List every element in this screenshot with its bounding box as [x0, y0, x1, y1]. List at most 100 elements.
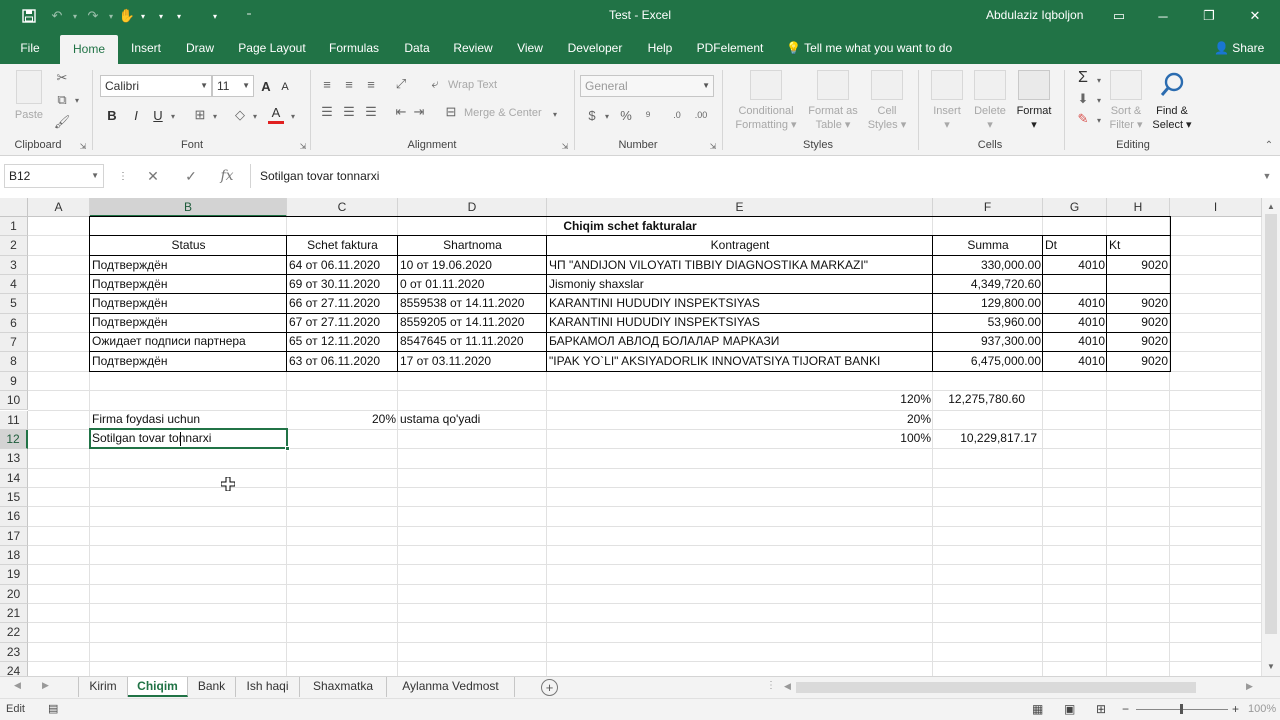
- column-header-h[interactable]: H: [1107, 198, 1170, 217]
- font-color-dropdown-icon[interactable]: ▾: [288, 110, 298, 122]
- header-summa[interactable]: Summa: [933, 236, 1043, 255]
- clipboard-launcher-icon[interactable]: ⇲: [78, 140, 88, 152]
- increase-decimal-icon[interactable]: .0: [668, 106, 686, 124]
- font-size-combo[interactable]: 11 ▼: [212, 75, 254, 97]
- tab-review[interactable]: Review: [448, 32, 498, 64]
- table-row-shartnoma[interactable]: 10 от 19.06.2020: [398, 256, 547, 275]
- alignment-launcher-icon[interactable]: ⇲: [560, 140, 570, 152]
- row-header-18[interactable]: 18: [0, 545, 28, 566]
- add-sheet-icon[interactable]: +: [541, 679, 558, 696]
- user-name[interactable]: Abdulaziz Iqboljon: [986, 8, 1083, 22]
- row-header-16[interactable]: 16: [0, 507, 28, 527]
- restore-icon[interactable]: ❐: [1194, 4, 1224, 28]
- column-header-e[interactable]: E: [547, 198, 933, 217]
- table-row-status[interactable]: Подтверждён: [90, 294, 287, 313]
- orientation-icon[interactable]: ⤢: [392, 76, 410, 92]
- align-left-icon[interactable]: ☰: [318, 104, 336, 120]
- row-header-10[interactable]: 10: [0, 391, 28, 411]
- sheet-tab-ish-haqi[interactable]: Ish haqi: [236, 677, 300, 697]
- row-header-5[interactable]: 5: [0, 294, 28, 314]
- redo-icon[interactable]: ↷: [84, 7, 102, 25]
- table-row-shartnoma[interactable]: 8559205 от 14.11.2020: [398, 313, 547, 332]
- page-break-view-icon[interactable]: ⊞: [1096, 702, 1106, 716]
- table-row-status[interactable]: Подтверждён: [90, 352, 287, 371]
- tab-developer[interactable]: Developer: [562, 32, 628, 64]
- column-header-b[interactable]: B: [90, 198, 287, 217]
- merge-center-label[interactable]: Merge & Center: [464, 106, 542, 120]
- touch-dropdown-icon[interactable]: ▾: [138, 7, 148, 25]
- column-header-a[interactable]: A: [28, 198, 90, 217]
- sheet-tab-aylanma-vedmost[interactable]: Aylanma Vedmost: [387, 677, 515, 697]
- table-row-status[interactable]: Ожидает подписи партнера: [90, 332, 287, 351]
- table-row-kontragent[interactable]: ЧП "ANDIJON VILOYATI TIBBIY DIAGNOSTIKA …: [547, 256, 933, 275]
- number-format-combo[interactable]: General ▼: [580, 75, 714, 97]
- fill-color-icon[interactable]: ◇: [232, 106, 248, 124]
- table-row-kt[interactable]: 9020: [1107, 294, 1170, 313]
- eraser-icon[interactable]: ✎: [1074, 110, 1092, 128]
- table-row-shartnoma[interactable]: 0 от 01.11.2020: [398, 275, 547, 294]
- header-kt[interactable]: Kt: [1107, 236, 1170, 255]
- align-bottom-icon[interactable]: ≡: [362, 76, 380, 92]
- table-row-schet[interactable]: 65 от 12.11.2020: [287, 332, 398, 351]
- fill-dropdown-icon[interactable]: ▾: [1094, 94, 1104, 106]
- worksheet-grid[interactable]: ABCDEFGHI 1 2 3 4 5 6 7 8 9 10 11 12 13 14 15 16 17 18 19 2…: [0, 198, 1262, 676]
- scroll-left-icon[interactable]: ◀: [784, 681, 791, 692]
- tab-insert[interactable]: Insert: [124, 32, 168, 64]
- next-sheet-icon[interactable]: ▶: [42, 680, 49, 691]
- fill-dropdown-icon[interactable]: ▾: [250, 110, 260, 122]
- hscroll-thumb[interactable]: [796, 682, 1196, 693]
- customize-qat-arrow-icon[interactable]: ▾: [174, 7, 184, 25]
- table-row-dt[interactable]: 4010: [1043, 294, 1107, 313]
- touch-mode-icon[interactable]: ✋: [118, 7, 136, 25]
- undo-icon[interactable]: ↶: [48, 7, 66, 25]
- align-top-icon[interactable]: ≡: [318, 76, 336, 92]
- header-dt[interactable]: Dt: [1043, 236, 1107, 255]
- column-header-f[interactable]: F: [933, 198, 1043, 217]
- table-row-dt[interactable]: 4010: [1043, 256, 1107, 275]
- row-header-20[interactable]: 20: [0, 584, 28, 604]
- currency-dropdown-icon[interactable]: ▾: [602, 110, 612, 122]
- borders-dropdown-icon[interactable]: ▾: [210, 110, 220, 122]
- row-header-8[interactable]: 8: [0, 352, 28, 372]
- number-launcher-icon[interactable]: ⇲: [708, 140, 718, 152]
- row-header-24[interactable]: 24: [0, 662, 28, 676]
- clear-dropdown-icon[interactable]: ▾: [1094, 114, 1104, 126]
- table-row-schet[interactable]: 67 от 27.11.2020: [287, 313, 398, 332]
- insert-cells-button[interactable]: Insert ▾: [924, 70, 970, 132]
- sheet-tab-chiqim[interactable]: Chiqim: [128, 677, 188, 697]
- row-header-4[interactable]: 4: [0, 275, 28, 295]
- row-header-14[interactable]: 14: [0, 468, 28, 488]
- column-header-d[interactable]: D: [398, 198, 547, 217]
- table-row-shartnoma[interactable]: 8547645 от 11.11.2020: [398, 332, 547, 351]
- table-row-summa[interactable]: 53,960.00: [933, 313, 1043, 332]
- format-as-table-button[interactable]: Format as Table ▾: [802, 70, 864, 132]
- row-header-6[interactable]: 6: [0, 313, 28, 334]
- table-row-kt[interactable]: 9020: [1107, 256, 1170, 275]
- tab-home[interactable]: Home: [60, 35, 118, 64]
- table-row-dt[interactable]: 4010: [1043, 332, 1107, 351]
- align-right-icon[interactable]: ☰: [362, 104, 380, 120]
- cut-icon[interactable]: ✂: [54, 70, 70, 86]
- table-row-schet[interactable]: 64 от 06.11.2020: [287, 256, 398, 275]
- cell-c11[interactable]: 20%: [287, 410, 398, 429]
- cell-d11[interactable]: ustama qo'yadi: [398, 410, 547, 429]
- sort-filter-button[interactable]: Sort & Filter ▾: [1106, 70, 1146, 132]
- tab-pdfelement[interactable]: PDFelement: [692, 32, 768, 64]
- table-row-summa[interactable]: 330,000.00: [933, 256, 1043, 275]
- table-row-dt[interactable]: 4010: [1043, 352, 1107, 371]
- header-shartnoma[interactable]: Shartnoma: [398, 236, 547, 255]
- column-header-i[interactable]: I: [1170, 198, 1262, 217]
- scroll-thumb[interactable]: [1265, 214, 1277, 634]
- tab-formulas[interactable]: Formulas: [324, 32, 384, 64]
- row-header-7[interactable]: 7: [0, 333, 28, 353]
- tab-view[interactable]: View: [510, 32, 550, 64]
- underline-icon[interactable]: U: [150, 106, 166, 124]
- table-row-kt[interactable]: 9020: [1107, 352, 1170, 371]
- sheet-tab-kirim[interactable]: Kirim: [79, 677, 128, 697]
- increase-indent-icon[interactable]: ⇥: [410, 104, 428, 120]
- header-kontragent[interactable]: Kontragent: [547, 236, 933, 255]
- fill-handle[interactable]: [285, 446, 290, 451]
- row-header-15[interactable]: 15: [0, 487, 28, 508]
- cell-f10[interactable]: 12,275,780.60: [903, 390, 1027, 409]
- table-row-summa[interactable]: 6,475,000.00: [933, 352, 1043, 371]
